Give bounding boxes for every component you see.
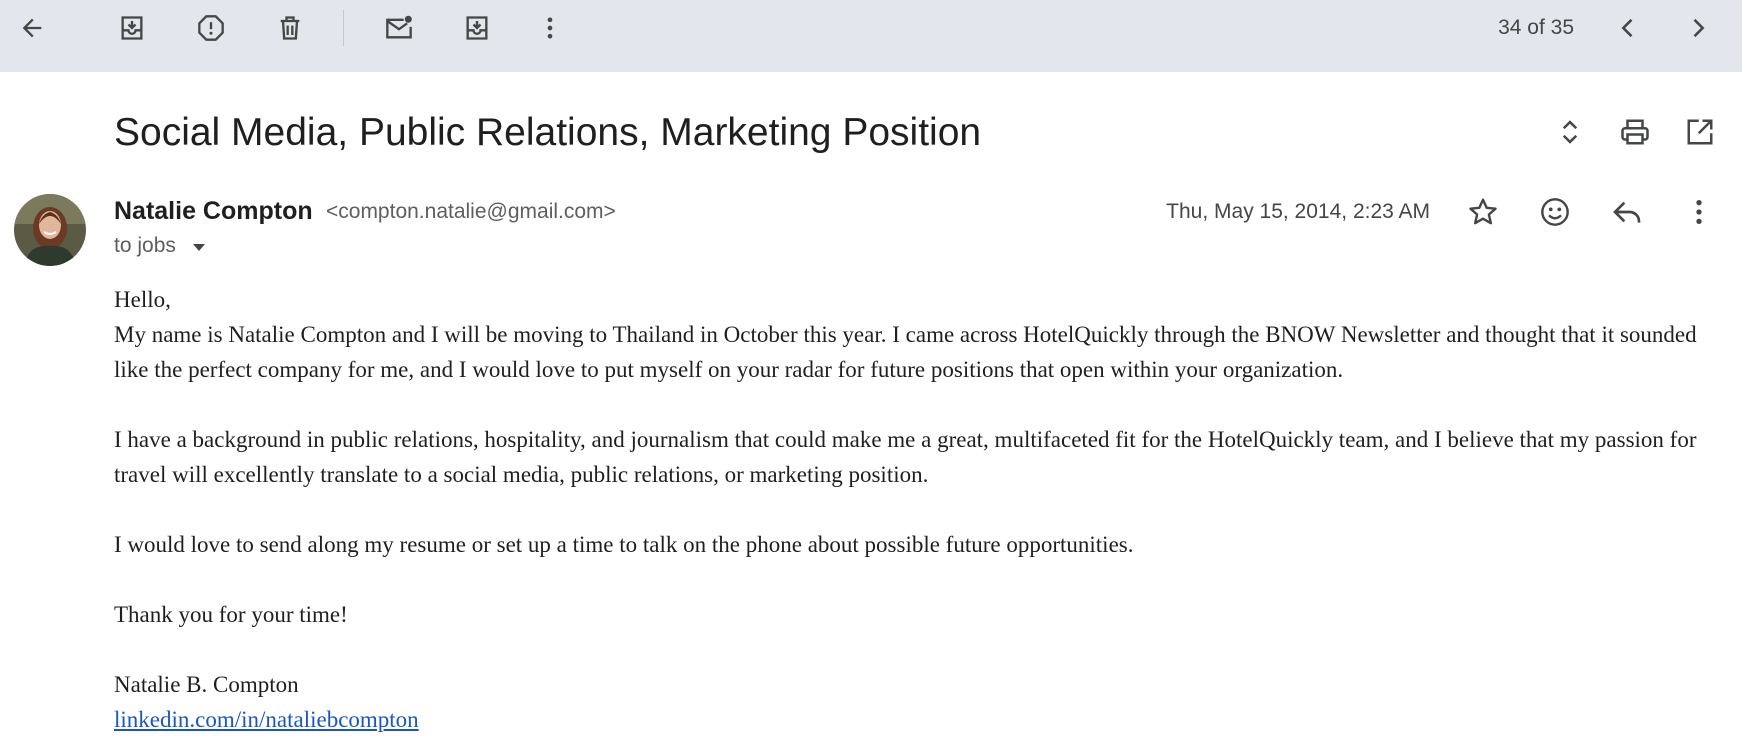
email-date: Thu, May 15, 2014, 2:23 AM [1166, 200, 1430, 223]
signature-link[interactable]: linkedin.com/in/nataliebcompton [114, 707, 419, 732]
paragraph: I have a background in public relations,… [114, 427, 1697, 487]
unfold-icon [1562, 120, 1578, 144]
mark-unread-button[interactable] [377, 8, 421, 48]
print-button[interactable] [1615, 112, 1655, 152]
paragraph: I would love to send along my resume or … [114, 532, 1134, 557]
caret-down-icon[interactable] [190, 240, 208, 254]
expand-all-button[interactable] [1550, 112, 1590, 152]
reply-icon [1613, 201, 1641, 223]
paragraph: Thank you for your time! [114, 602, 348, 627]
report-spam-button[interactable] [189, 8, 233, 48]
trash-icon [280, 16, 300, 40]
emoji-icon [1541, 198, 1569, 226]
move-to-inbox-button[interactable] [455, 8, 499, 48]
report-spam-icon [198, 15, 224, 41]
more-vertical-icon [1696, 200, 1702, 224]
greeting: Hello, [114, 287, 171, 312]
star-button[interactable] [1463, 192, 1503, 232]
open-in-new-window-button[interactable] [1680, 112, 1720, 152]
recipients[interactable]: to jobs [114, 233, 176, 259]
email-subject: Social Media, Public Relations, Marketin… [114, 111, 982, 154]
paragraph: My name is Natalie Compton and I will be… [114, 322, 1697, 382]
more-actions-button[interactable] [528, 8, 572, 48]
mark-unread-icon [386, 15, 412, 39]
chevron-right-icon [1693, 18, 1705, 38]
sender-name[interactable]: Natalie Compton [114, 196, 313, 226]
newer-button[interactable] [1606, 8, 1650, 48]
message-more-button[interactable] [1679, 192, 1719, 232]
message-count: 34 of 35 [1498, 16, 1574, 39]
more-vertical-icon [547, 17, 553, 39]
archive-icon [121, 16, 143, 40]
open-in-new-icon [1687, 119, 1713, 145]
chevron-left-icon [1621, 18, 1633, 38]
email-body: Hello, My name is Natalie Compton and I … [114, 282, 1734, 737]
sender-email: <compton.natalie@gmail.com> [326, 200, 616, 223]
delete-button[interactable] [268, 8, 312, 48]
toolbar-divider [343, 10, 344, 46]
move-to-inbox-icon [466, 16, 488, 40]
signature-name: Natalie B. Compton [114, 672, 299, 697]
arrow-left-icon [22, 18, 42, 38]
archive-button[interactable] [110, 8, 154, 48]
older-button[interactable] [1676, 8, 1720, 48]
reply-button[interactable] [1607, 192, 1647, 232]
back-button[interactable] [10, 8, 54, 48]
toolbar: 34 of 35 [0, 0, 1742, 72]
avatar[interactable] [14, 194, 86, 266]
add-reaction-button[interactable] [1535, 192, 1575, 232]
star-icon [1469, 198, 1497, 225]
print-icon [1621, 119, 1649, 145]
